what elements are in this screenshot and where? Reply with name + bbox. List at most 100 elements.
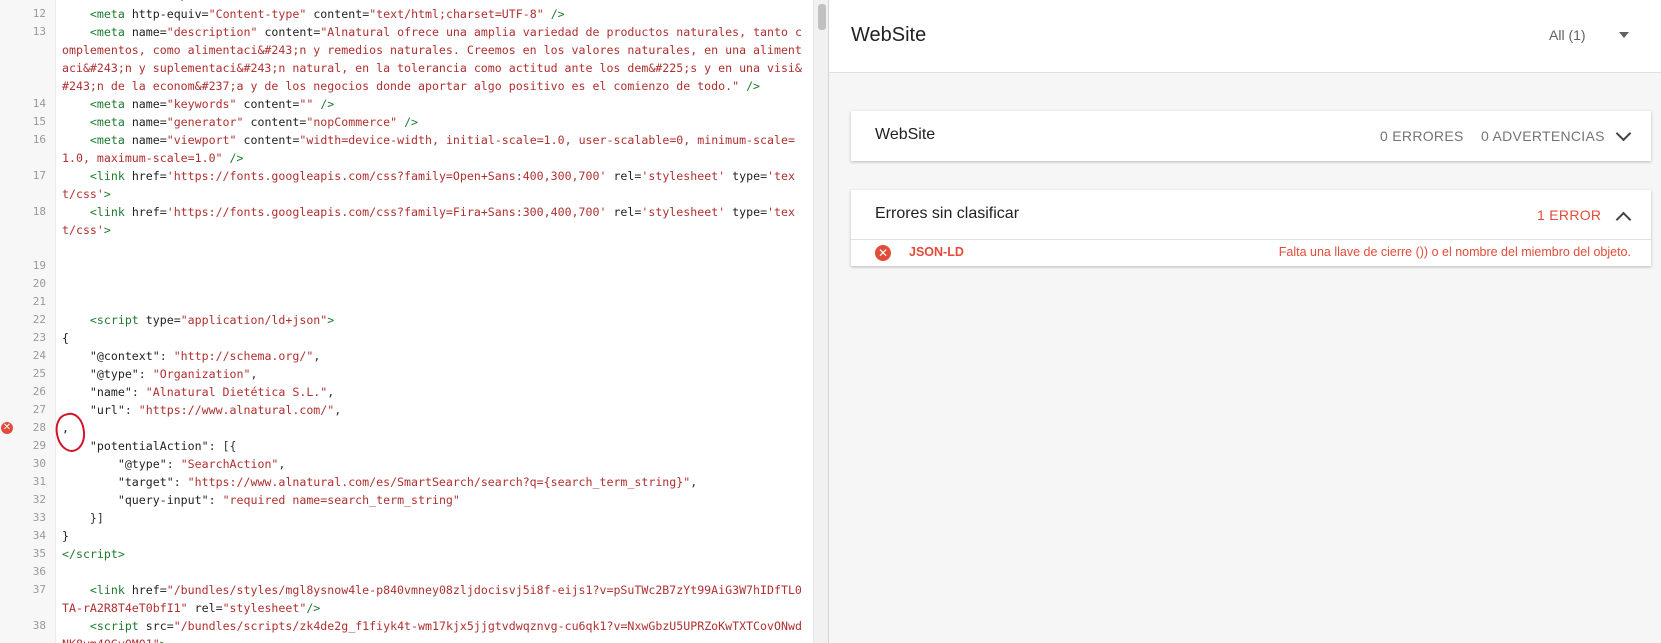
code-line: 32 "query-input": "required name=search_… (0, 491, 828, 509)
code-line: 12 <meta http-equiv="Content-type" conte… (0, 5, 828, 23)
line-code: <meta name="description" content="Alnatu… (62, 25, 802, 93)
code-line: 16 <meta name="viewport" content="width=… (0, 131, 828, 167)
error-count: 1 ERROR (1537, 207, 1602, 223)
caret-down-icon (1619, 32, 1629, 38)
line-code: "@context": "http://schema.org/", (89, 349, 321, 363)
scroll-thumb[interactable] (818, 4, 826, 30)
unclassified-errors-card[interactable]: Errores sin clasificar 1 ERROR ✕ JSON-LD… (851, 190, 1651, 266)
line-code: } (62, 529, 69, 543)
line-number: 15 (32, 115, 46, 128)
issue-type: JSON-LD (909, 245, 964, 259)
line-code: "target": "https://www.alnatural.com/es/… (117, 475, 698, 489)
line-code: }] (62, 511, 104, 525)
line-number: 31 (32, 475, 46, 488)
line-number: 24 (32, 349, 46, 362)
line-number: 14 (32, 97, 46, 110)
issue-row[interactable]: ✕ JSON-LD Falta una llave de cierre ()) … (851, 240, 1651, 266)
line-code: "name": "Alnatural Dietética S.L.", (89, 385, 335, 399)
code-line: 33 }] (0, 509, 828, 527)
code-line: 14 <meta name="keywords" content="" /> (0, 95, 828, 113)
line-code: <meta name="generator" content="nopComme… (89, 115, 419, 129)
code-line: 15 <meta name="generator" content="nopCo… (0, 113, 828, 131)
results-header: WebSite All (1) (829, 0, 1661, 73)
page-title: WebSite (851, 24, 927, 46)
line-code: "potentialAction": [{ (89, 439, 237, 453)
line-number: 32 (32, 493, 46, 506)
line-code: { (62, 331, 69, 345)
line-code: <script type="application/ld+json"> (89, 313, 335, 327)
filter-label: All (1) (1549, 27, 1586, 43)
filter-dropdown[interactable]: All (1) (1549, 27, 1649, 47)
website-card-title: WebSite (875, 126, 936, 143)
code-line: 23 { (0, 329, 828, 347)
code-line: ✕ 28, (0, 419, 828, 437)
line-number: 26 (32, 385, 46, 398)
errors-count: 0 ERRORES (1380, 128, 1464, 144)
line-number: 22 (32, 313, 46, 326)
code-line: 27 "url": "https://www.alnatural.com/", (0, 401, 828, 419)
line-number: 33 (32, 511, 46, 524)
line-code: <link href='https://fonts.googleapis.com… (62, 169, 795, 201)
code-line: 37 <link href="/bundles/styles/mgl8ysnow… (0, 581, 828, 617)
line-number: 28 (32, 421, 46, 434)
website-card[interactable]: WebSite 0 ERRORES 0 ADVERTENCIAS (851, 111, 1651, 161)
warnings-count: 0 ADVERTENCIAS (1481, 128, 1605, 144)
line-code: </script> (62, 547, 125, 561)
code-line: 20 (0, 275, 828, 293)
code-line: 29 "potentialAction": [{ (0, 437, 828, 455)
line-code: <link href="/bundles/styles/mgl8ysnow4le… (62, 583, 802, 615)
line-number: 30 (32, 457, 46, 470)
error-x-icon: ✕ (875, 245, 891, 261)
code-line: 25 "@type": "Organization", (0, 365, 828, 383)
line-number: 12 (32, 7, 46, 20)
line-code: "query-input": "required name=search_ter… (117, 493, 460, 507)
code-line: 21 (0, 293, 828, 311)
chevron-up-icon[interactable] (1615, 211, 1632, 228)
line-code: <script src="/bundles/scripts/zk4de2g_f1… (62, 619, 802, 643)
results-pane: WebSite All (1) WebSite 0 ERRORES 0 ADVE… (829, 0, 1661, 643)
line-number: 37 (32, 583, 46, 596)
line-number: 21 (32, 295, 46, 308)
line-number: 27 (32, 403, 46, 416)
line-code: <meta name="viewport" content="width=dev… (62, 133, 795, 165)
line-number: 36 (32, 565, 46, 578)
code-line: 38 <script src="/bundles/scripts/zk4de2g… (0, 617, 828, 643)
line-number: 17 (32, 169, 46, 182)
line-number: 34 (32, 529, 46, 542)
code-line: 34} (0, 527, 828, 545)
code-line: 17 <link href='https://fonts.googleapis.… (0, 167, 828, 203)
code-line: 19 (0, 257, 828, 275)
code-line: 30 "@type": "SearchAction", (0, 455, 828, 473)
code-line: 26 "name": "Alnatural Dietética S.L.", (0, 383, 828, 401)
line-code: <link href='https://fonts.googleapis.com… (62, 205, 795, 237)
code-line: 13 <meta name="description" content="Aln… (0, 23, 828, 95)
line-number: 20 (32, 277, 46, 290)
line-number: 29 (32, 439, 46, 452)
chevron-down-icon[interactable] (1615, 125, 1632, 142)
line-number: 16 (32, 133, 46, 146)
code-line: 31 "target": "https://www.alnatural.com/… (0, 473, 828, 491)
code-line: 36 (0, 563, 828, 581)
issue-message: Falta una llave de cierre ()) o el nombr… (1278, 245, 1631, 259)
line-number: 13 (32, 25, 46, 38)
line-number: 18 (32, 205, 46, 218)
code-line: 18 <link href='https://fonts.googleapis.… (0, 203, 828, 239)
code-line: 22 <script type="application/ld+json"> (0, 311, 828, 329)
code-line: 35 </script> (0, 545, 828, 563)
line-code: <meta name="keywords" content="" /> (89, 97, 335, 111)
line-number: 23 (32, 331, 46, 344)
errors-card-title: Errores sin clasificar (875, 205, 1020, 222)
code-lines: 11<title>Alnatural</title>12 <meta http-… (0, 0, 828, 643)
code-scrollbar[interactable] (813, 0, 828, 643)
line-code: "@type": "SearchAction", (117, 457, 286, 471)
code-line: 24 "@context": "http://schema.org/", (0, 347, 828, 365)
code-editor-pane[interactable]: 11<title>Alnatural</title>12 <meta http-… (0, 0, 828, 643)
line-number: 35 (32, 547, 46, 560)
line-number: 25 (32, 367, 46, 380)
line-code: "url": "https://www.alnatural.com/", (89, 403, 342, 417)
line-code: <meta http-equiv="Content-type" content=… (89, 7, 565, 21)
line-number: 19 (32, 259, 46, 272)
line-code: "@type": "Organization", (89, 367, 258, 381)
line-code: <title>Alnatural</title> (62, 0, 230, 3)
